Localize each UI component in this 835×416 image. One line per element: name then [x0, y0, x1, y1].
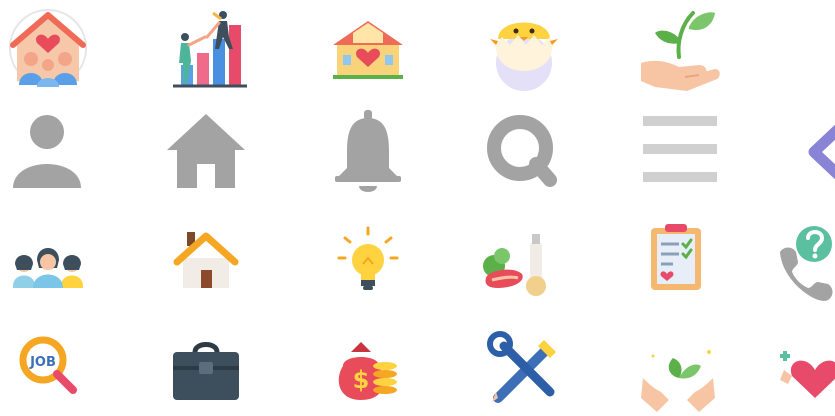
lightbulb-icon[interactable] — [323, 216, 413, 306]
money-symbol: $ — [353, 366, 370, 394]
money-bag-icon[interactable]: $ — [323, 326, 413, 416]
health-heart-icon[interactable] — [770, 326, 835, 416]
chevron-left-icon[interactable] — [770, 106, 835, 196]
house-icon[interactable] — [161, 216, 251, 306]
group-icon[interactable] — [3, 216, 93, 306]
job-search-icon[interactable]: JOB — [3, 326, 93, 416]
groceries-icon[interactable] — [478, 216, 568, 306]
plant-in-hand-icon[interactable] — [633, 3, 723, 93]
teamwork-growth-icon[interactable] — [161, 3, 251, 93]
clipboard-checklist-icon[interactable] — [633, 216, 723, 306]
love-house-icon[interactable] — [323, 3, 413, 93]
plant-care-icon[interactable] — [633, 326, 723, 416]
icon-grid: JOB $ — [0, 0, 835, 412]
bell-icon[interactable] — [323, 106, 413, 196]
phone-help-icon[interactable] — [770, 216, 835, 306]
menu-icon[interactable] — [633, 106, 723, 196]
tools-icon[interactable] — [478, 326, 568, 416]
briefcase-icon[interactable] — [161, 326, 251, 416]
job-badge-text: JOB — [29, 355, 56, 370]
home-icon[interactable] — [161, 106, 251, 196]
family-home-icon[interactable] — [3, 3, 93, 93]
search-icon[interactable] — [478, 106, 568, 196]
user-icon[interactable] — [3, 106, 93, 196]
hatching-chick-icon[interactable] — [478, 3, 568, 93]
